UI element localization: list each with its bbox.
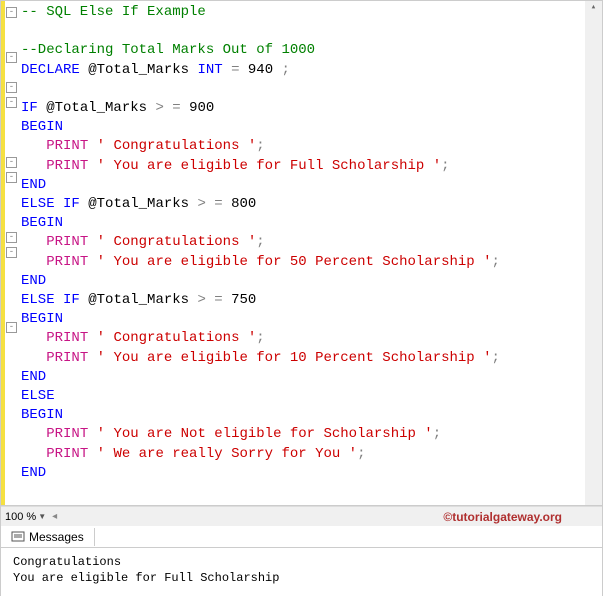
keyword: END — [21, 177, 46, 193]
function: PRINT — [46, 234, 88, 250]
vertical-scrollbar[interactable]: ▴ — [585, 1, 602, 505]
punct: ; — [256, 330, 264, 346]
output-line: Congratulations — [13, 554, 590, 570]
keyword: IF — [63, 292, 80, 308]
punct: ; — [357, 446, 365, 462]
zoom-dropdown[interactable]: 100 % ▼ — [5, 511, 46, 523]
messages-icon — [11, 530, 25, 544]
keyword: BEGIN — [21, 407, 63, 423]
string: ' You are eligible for 10 Percent Schola… — [97, 350, 492, 366]
fold-toggle[interactable]: - — [6, 322, 17, 333]
string: ' Congratulations ' — [97, 234, 257, 250]
function: PRINT — [46, 158, 88, 174]
punct: ; — [282, 62, 290, 78]
keyword: END — [21, 465, 46, 481]
punct: ; — [441, 158, 449, 174]
keyword: BEGIN — [21, 215, 63, 231]
string: ' Congratulations ' — [97, 138, 257, 154]
tab-label: Messages — [29, 530, 84, 544]
variable: @Total_Marks — [88, 196, 189, 212]
output-line: You are eligible for Full Scholarship — [13, 570, 590, 586]
comment-line: --Declaring Total Marks Out of 1000 — [21, 42, 315, 58]
operator: > = — [197, 292, 222, 308]
tab-messages[interactable]: Messages — [1, 528, 95, 546]
messages-panel: Messages Congratulations You are eligibl… — [1, 526, 602, 596]
zoom-level: 100 % — [5, 511, 36, 523]
scroll-up-button[interactable]: ▴ — [587, 1, 600, 14]
function: PRINT — [46, 350, 88, 366]
results-tabs: Messages — [1, 526, 602, 548]
keyword: END — [21, 273, 46, 289]
number: 940 — [248, 62, 273, 78]
fold-toggle[interactable]: - — [6, 172, 17, 183]
keyword: END — [21, 369, 46, 385]
operator: > = — [155, 100, 180, 116]
code-content[interactable]: -- SQL Else If Example --Declaring Total… — [19, 1, 500, 505]
string: ' You are eligible for 50 Percent Schola… — [97, 254, 492, 270]
function: PRINT — [46, 254, 88, 270]
variable: @Total_Marks — [88, 62, 189, 78]
punct: ; — [256, 234, 264, 250]
nav-left-icon[interactable]: ◂ — [52, 511, 57, 522]
variable: @Total_Marks — [46, 100, 147, 116]
function: PRINT — [46, 426, 88, 442]
type: INT — [197, 62, 222, 78]
keyword: ELSE — [21, 292, 55, 308]
function: PRINT — [46, 330, 88, 346]
fold-toggle[interactable]: - — [6, 82, 17, 93]
fold-toggle[interactable]: - — [6, 157, 17, 168]
punct: ; — [256, 138, 264, 154]
number: 800 — [231, 196, 256, 212]
operator: = — [231, 62, 239, 78]
keyword: IF — [21, 100, 38, 116]
operator: > = — [197, 196, 222, 212]
keyword: BEGIN — [21, 119, 63, 135]
string: ' You are Not eligible for Scholarship ' — [97, 426, 433, 442]
punct: ; — [433, 426, 441, 442]
comment-line: -- SQL Else If Example — [21, 4, 206, 20]
fold-toggle[interactable]: - — [6, 7, 17, 18]
keyword: DECLARE — [21, 62, 80, 78]
chevron-down-icon: ▼ — [38, 512, 46, 521]
function: PRINT — [46, 446, 88, 462]
string: ' Congratulations ' — [97, 330, 257, 346]
messages-output[interactable]: Congratulations You are eligible for Ful… — [1, 548, 602, 592]
zoom-bar: 100 % ▼ ◂ ©tutorialgateway.org — [1, 506, 602, 526]
watermark-text: ©tutorialgateway.org — [443, 510, 562, 524]
keyword: ELSE — [21, 196, 55, 212]
number: 750 — [231, 292, 256, 308]
punct: ; — [492, 350, 500, 366]
fold-toggle[interactable]: - — [6, 247, 17, 258]
variable: @Total_Marks — [88, 292, 189, 308]
keyword: ELSE — [21, 388, 55, 404]
fold-gutter[interactable]: - - - - - - - - - - - - - - - - - - - - … — [5, 1, 19, 505]
fold-toggle[interactable]: - — [6, 52, 17, 63]
keyword: BEGIN — [21, 311, 63, 327]
keyword: IF — [63, 196, 80, 212]
string: ' We are really Sorry for You ' — [97, 446, 357, 462]
fold-toggle[interactable]: - — [6, 97, 17, 108]
punct: ; — [492, 254, 500, 270]
function: PRINT — [46, 138, 88, 154]
number: 900 — [189, 100, 214, 116]
string: ' You are eligible for Full Scholarship … — [97, 158, 441, 174]
fold-toggle[interactable]: - — [6, 232, 17, 243]
code-editor[interactable]: ▴ - - - - - - - - - - - - - - - - - - - … — [1, 1, 602, 506]
